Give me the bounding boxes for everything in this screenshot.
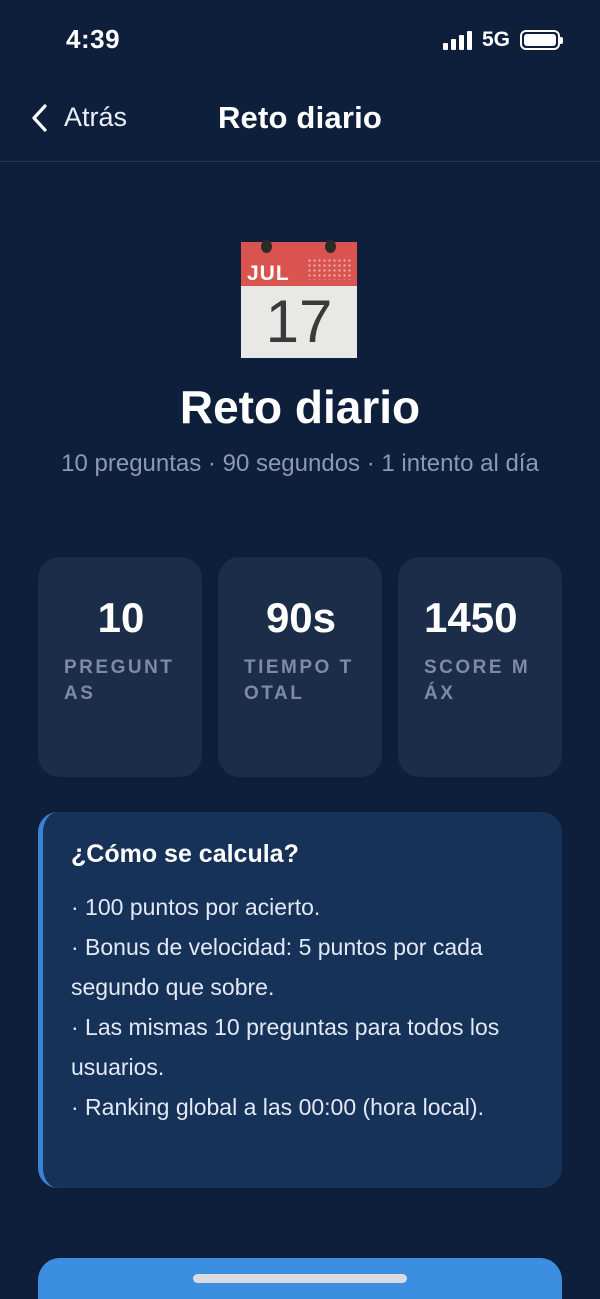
calendar-day: 17 <box>265 288 333 355</box>
screen: 4:39 5G Atrás Reto diario JUL 17 Reto di… <box>0 0 600 1299</box>
status-indicators: 5G <box>442 28 563 52</box>
stat-label: PREGUNTAS <box>64 657 175 704</box>
calendar-month: JUL <box>247 262 290 285</box>
stats-row: 10 PREGUNTAS 90s TIEMPO TOTAL 1450 SCORE… <box>38 557 562 777</box>
info-line: · 100 puntos por acierto. <box>71 894 321 920</box>
stat-label: TIEMPO TOTAL <box>244 657 354 704</box>
page-subtitle: 10 preguntas · 90 segundos · 1 intento a… <box>61 450 539 477</box>
home-indicator[interactable] <box>193 1274 407 1283</box>
scoring-info-card: ¿Cómo se calcula? · 100 puntos por acier… <box>38 812 562 1188</box>
stat-card-max-score: 1450 SCORE MÁX <box>398 557 562 777</box>
nav-bar: Atrás Reto diario <box>0 80 600 162</box>
page-title: Reto diario <box>179 381 421 433</box>
calendar-icon: JUL 17 <box>241 240 357 358</box>
info-title: ¿Cómo se calcula? <box>71 840 299 868</box>
status-time: 4:39 <box>66 24 121 54</box>
stat-label: SCORE MÁX <box>424 657 531 704</box>
status-bar: 4:39 5G <box>0 0 600 80</box>
battery-icon <box>520 30 563 50</box>
info-line: · Bonus de velocidad: 5 puntos por cada … <box>71 934 483 1000</box>
info-line: · Ranking global a las 00:00 (hora local… <box>71 1094 484 1120</box>
info-line: · Las mismas 10 preguntas para todos los… <box>71 1014 500 1080</box>
stat-value: 10 <box>97 594 145 641</box>
nav-title: Reto diario <box>217 100 383 135</box>
stat-card-questions: 10 PREGUNTAS <box>38 557 202 777</box>
signal-icon <box>442 30 472 50</box>
network-label: 5G <box>481 28 510 51</box>
stat-value: 90s <box>265 594 337 641</box>
stat-card-time: 90s TIEMPO TOTAL <box>218 557 382 777</box>
stat-value: 1450 <box>424 594 518 641</box>
